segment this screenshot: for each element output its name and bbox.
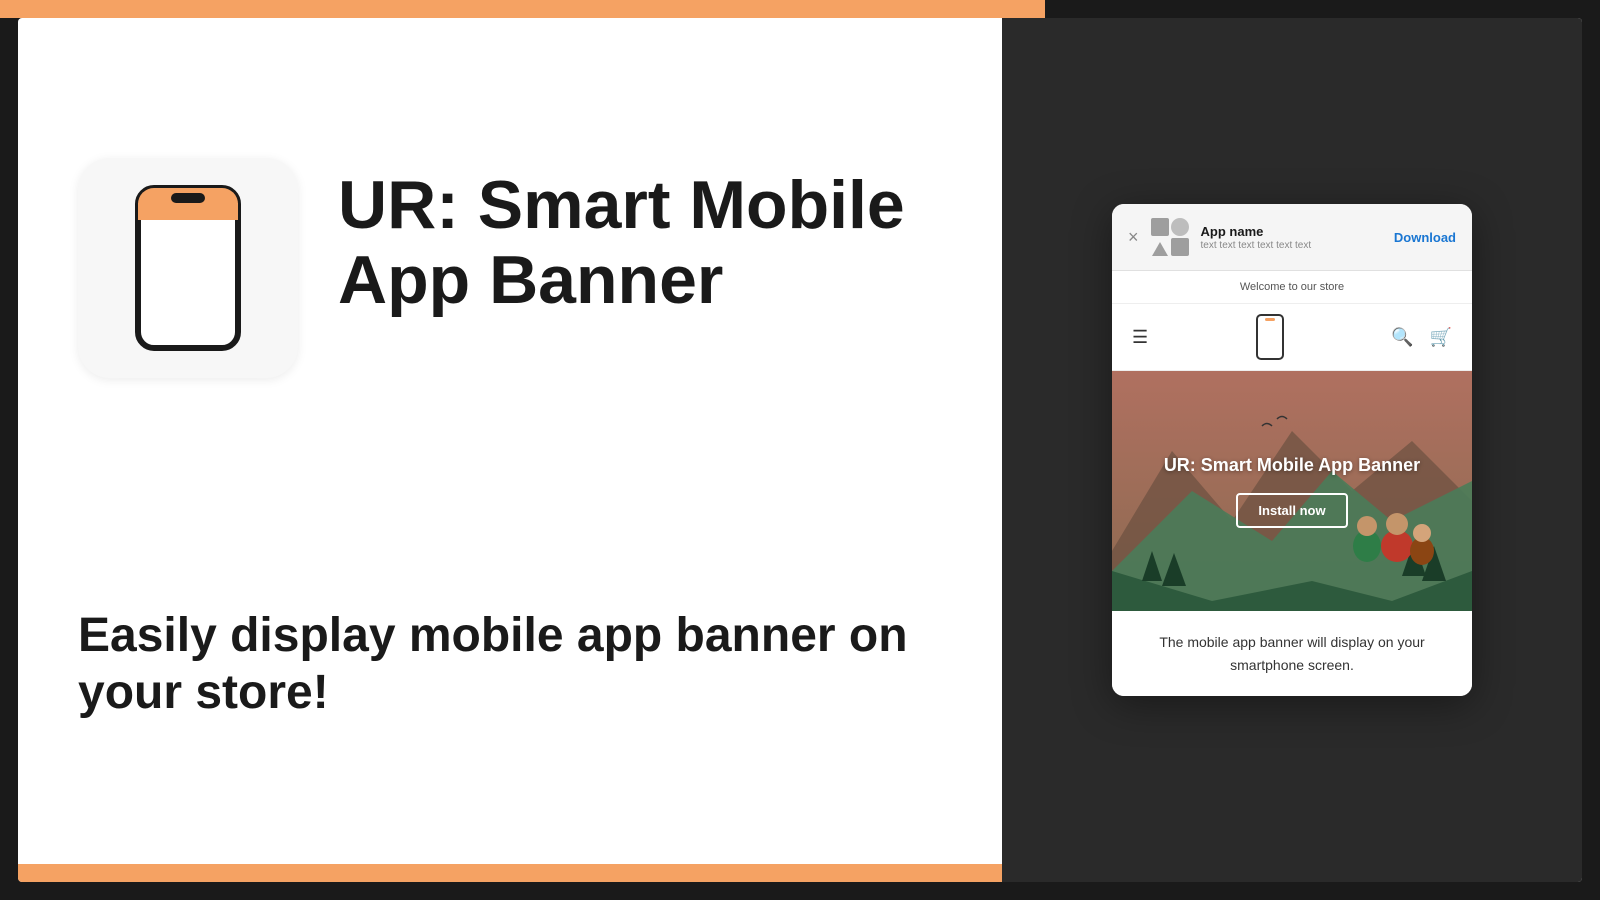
hero-title: UR: Smart Mobile App Banner — [1164, 454, 1420, 477]
install-now-button[interactable]: Install now — [1236, 493, 1347, 528]
download-button[interactable]: Download — [1394, 230, 1456, 245]
welcome-text: Welcome to our store — [1240, 281, 1344, 293]
banner-app-info: App name text text text text text text — [1201, 224, 1382, 251]
logo-cell-square — [1151, 218, 1169, 236]
left-section: UR: Smart Mobile App Banner Easily displ… — [18, 18, 1018, 882]
app-icon-box — [78, 158, 298, 378]
store-desc-text: The mobile app banner will display on yo… — [1128, 631, 1456, 676]
main-content: UR: Smart Mobile App Banner Easily displ… — [18, 18, 1582, 882]
phone-icon — [133, 183, 243, 353]
app-icon-container: UR: Smart Mobile App Banner — [78, 158, 958, 378]
subtitle: Easily display mobile app banner on your… — [78, 607, 978, 722]
logo-cell-triangle — [1151, 238, 1169, 256]
store-nav: ☰ 🔍 🛒 — [1112, 304, 1472, 371]
app-logo-grid — [1151, 218, 1189, 256]
phone-nav-icon — [1256, 314, 1284, 360]
banner-app-name: App name — [1201, 224, 1382, 239]
search-icon[interactable]: 🔍 — [1391, 327, 1413, 348]
hero-overlay: UR: Smart Mobile App Banner Install now — [1164, 454, 1420, 528]
right-section: × App name text text text text text text… — [1002, 18, 1582, 882]
store-header: Welcome to our store — [1112, 271, 1472, 304]
banner-app-desc: text text text text text text — [1201, 240, 1382, 251]
top-orange-bar — [0, 0, 1045, 18]
mock-browser: × App name text text text text text text… — [1112, 204, 1472, 696]
store-description: The mobile app banner will display on yo… — [1112, 611, 1472, 696]
bottom-orange-bar — [18, 864, 1068, 882]
app-title: UR: Smart Mobile App Banner — [338, 158, 958, 318]
store-hero: UR: Smart Mobile App Banner Install now — [1112, 371, 1472, 611]
banner-notification: × App name text text text text text text… — [1112, 204, 1472, 271]
logo-cell-circle — [1171, 218, 1189, 236]
close-icon[interactable]: × — [1128, 227, 1139, 248]
outer-frame: UR: Smart Mobile App Banner Easily displ… — [0, 0, 1600, 900]
phone-notch — [1265, 318, 1275, 321]
hamburger-icon[interactable]: ☰ — [1132, 327, 1148, 348]
logo-cell-square2 — [1171, 238, 1189, 256]
cart-icon[interactable]: 🛒 — [1430, 327, 1452, 348]
